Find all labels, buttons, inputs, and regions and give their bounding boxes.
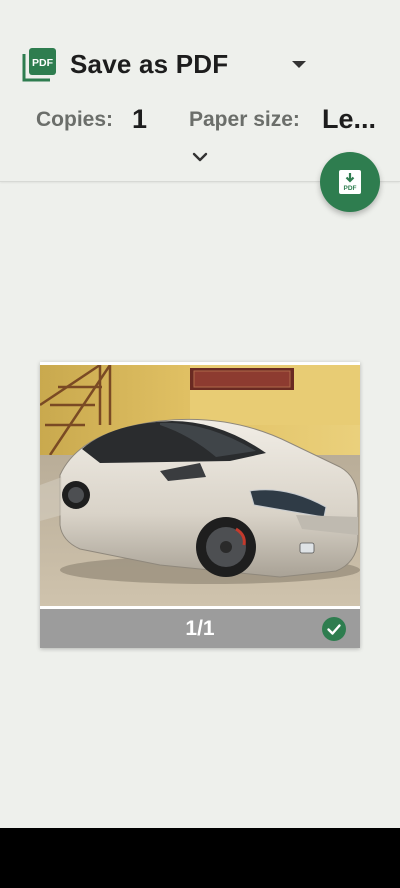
page-number: 1/1	[185, 617, 215, 640]
page-preview[interactable]: 1/1	[40, 362, 360, 648]
download-pdf-icon: PDF	[339, 170, 361, 194]
printer-name: Save as PDF	[70, 48, 229, 79]
check-circle-icon[interactable]	[322, 617, 346, 641]
copies-value: 1	[132, 104, 148, 134]
system-navigation-bar	[0, 828, 400, 888]
paper-size-value: Le...	[322, 104, 377, 134]
pdf-icon-text: PDF	[32, 57, 54, 69]
paper-size-label: Paper size:	[189, 108, 300, 131]
fab-icon-text: PDF	[344, 185, 357, 192]
print-settings-summary: Copies: 1 Paper size: Le...	[36, 100, 400, 140]
page-footer: 1/1	[40, 609, 360, 648]
copies-label: Copies:	[36, 108, 114, 131]
printer-selector[interactable]: PDF Save as PDF	[22, 46, 228, 82]
chevron-down-icon[interactable]	[190, 150, 210, 164]
car-photo-image	[40, 365, 360, 606]
caret-down-icon[interactable]	[292, 61, 306, 68]
download-pdf-button[interactable]: PDF	[320, 152, 380, 212]
pdf-file-icon: PDF	[22, 46, 58, 82]
